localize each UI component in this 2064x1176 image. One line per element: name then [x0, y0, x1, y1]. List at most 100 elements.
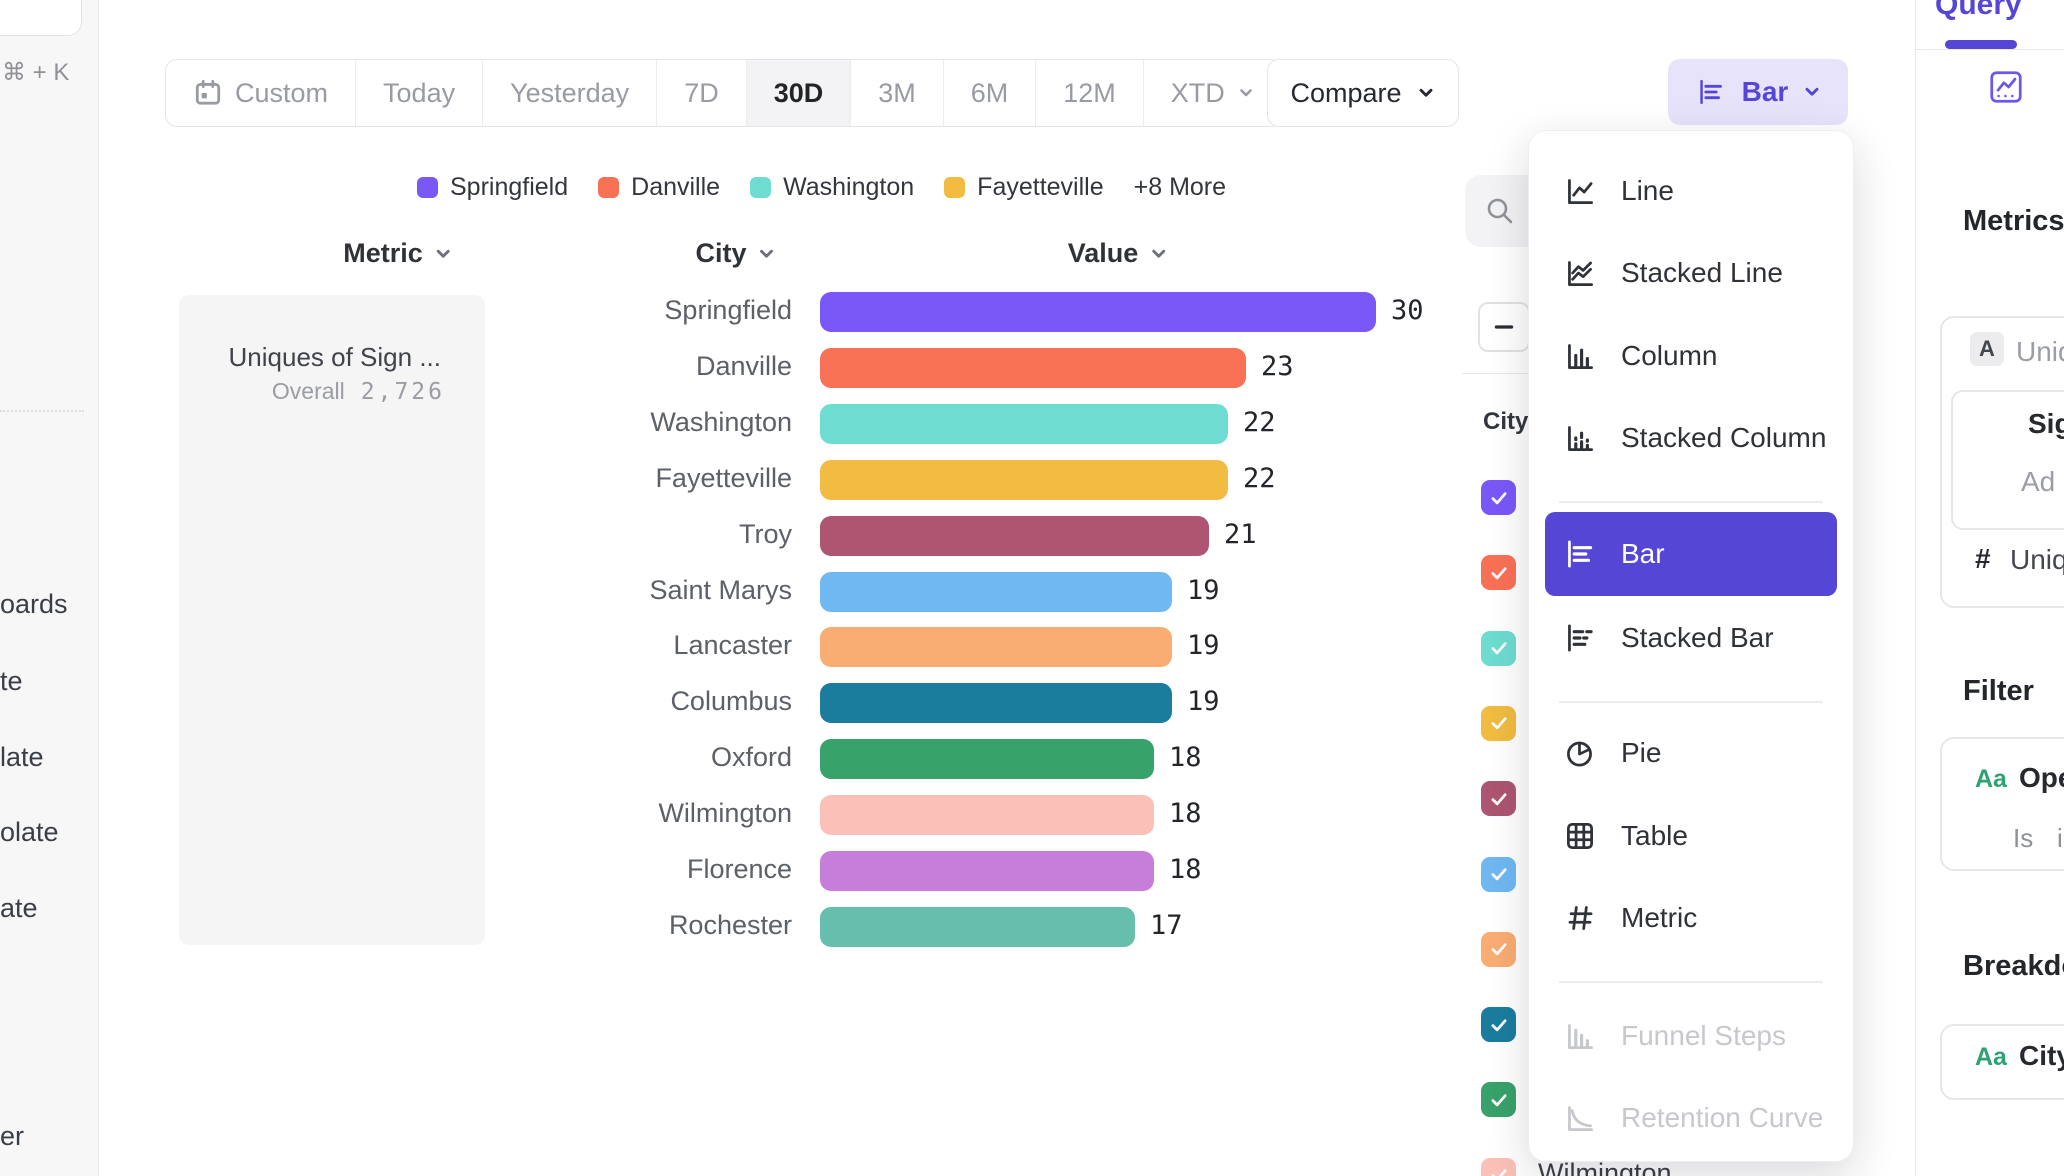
menu-item-column[interactable]: Column — [1545, 316, 1837, 396]
city-checkbox[interactable] — [1481, 1007, 1516, 1042]
date-range-today[interactable]: Today — [356, 60, 483, 126]
date-range-12m[interactable]: 12M — [1036, 60, 1144, 126]
column-chart-icon — [1561, 337, 1599, 375]
city-checkbox[interactable] — [1481, 781, 1516, 816]
chart-type-button[interactable]: Bar — [1668, 59, 1848, 125]
chevron-down-icon — [1416, 83, 1436, 103]
chevron-down-icon — [757, 244, 777, 264]
check-icon — [1488, 938, 1510, 960]
date-range-7d[interactable]: 7D — [657, 60, 747, 126]
metrics-heading: Metrics — [1963, 205, 2064, 238]
city-checkbox[interactable] — [1481, 1158, 1516, 1176]
compare-button[interactable]: Compare — [1267, 59, 1459, 127]
sidebar-nav-item[interactable]: late — [0, 742, 44, 773]
menu-item-line[interactable]: Line — [1545, 151, 1837, 231]
metric-name-label: Uniq — [2016, 336, 2064, 368]
date-range-yesterday[interactable]: Yesterday — [483, 60, 657, 126]
bar-fayetteville[interactable] — [820, 460, 1228, 500]
check-icon — [1488, 788, 1510, 810]
bar-chart-icon — [1694, 75, 1728, 109]
sidebar-nav-item[interactable]: oards — [0, 589, 68, 620]
bar-category-label: Saint Marys — [492, 575, 792, 606]
trend-chart-icon[interactable] — [1987, 68, 2025, 111]
hash-prefix: # — [1975, 543, 1991, 575]
zoom-out-button[interactable] — [1478, 302, 1530, 352]
menu-item-stacked-line[interactable]: Stacked Line — [1545, 233, 1837, 313]
table-icon — [1561, 817, 1599, 855]
date-range-xtd[interactable]: XTD — [1144, 60, 1282, 126]
legend-item[interactable]: Fayetteville — [944, 173, 1103, 202]
date-range-3m[interactable]: 3M — [851, 60, 944, 126]
menu-item-pie[interactable]: Pie — [1545, 713, 1837, 793]
check-icon — [1488, 1164, 1510, 1176]
bar-troy[interactable] — [820, 516, 1209, 556]
metric-header-label: Metric — [343, 238, 423, 269]
bar-rochester[interactable] — [820, 907, 1135, 947]
date-range-custom[interactable]: Custom — [166, 60, 356, 126]
city-checkbox[interactable] — [1481, 631, 1516, 666]
bar-lancaster[interactable] — [820, 627, 1172, 667]
bar-washington[interactable] — [820, 404, 1228, 444]
legend-item[interactable]: Danville — [598, 173, 720, 202]
menu-item-metric[interactable]: Metric — [1545, 878, 1837, 958]
menu-item-label: Stacked Column — [1621, 422, 1826, 454]
filter-operand-label: i — [2057, 823, 2063, 854]
menu-item-label: Pie — [1621, 737, 1661, 769]
city-checkbox[interactable] — [1481, 932, 1516, 967]
legend-label: Springfield — [450, 173, 568, 202]
tab-query[interactable]: Query — [1935, 0, 2022, 22]
bar-columbus[interactable] — [820, 683, 1172, 723]
query-panel: Query Metrics A Uniq Sig Ad # Uniqu Filt… — [1915, 0, 2064, 1176]
sidebar-nav-item[interactable]: te — [0, 666, 23, 697]
sidebar-nav-item[interactable]: ate — [0, 893, 38, 924]
filter-card[interactable] — [1940, 737, 2064, 871]
bar-saint-marys[interactable] — [820, 572, 1172, 612]
bar-category-label: Fayetteville — [492, 463, 792, 494]
check-icon — [1488, 487, 1510, 509]
city-header-label: City — [695, 238, 746, 269]
date-range-6m[interactable]: 6M — [944, 60, 1037, 126]
sidebar-search-box[interactable] — [0, 0, 82, 36]
column-header-city[interactable]: City — [695, 238, 776, 269]
city-checkbox[interactable] — [1481, 1082, 1516, 1117]
column-header-metric[interactable]: Metric — [343, 238, 453, 269]
chevron-down-icon — [1802, 82, 1822, 102]
menu-item-label: Metric — [1621, 902, 1697, 934]
date-range-label: Custom — [235, 78, 328, 109]
calendar-icon — [193, 78, 223, 108]
check-icon — [1488, 712, 1510, 734]
menu-item-label: Funnel Steps — [1621, 1020, 1786, 1052]
bar-florence[interactable] — [820, 851, 1154, 891]
bar-value-label: 22 — [1243, 463, 1276, 494]
menu-item-label: Stacked Line — [1621, 257, 1783, 289]
city-checkbox[interactable] — [1481, 706, 1516, 741]
menu-item-stacked-column[interactable]: Stacked Column — [1545, 398, 1837, 478]
menu-item-table[interactable]: Table — [1545, 796, 1837, 876]
bar-chart-icon — [1561, 535, 1599, 573]
menu-item-label: Table — [1621, 820, 1688, 852]
city-checkbox[interactable] — [1481, 857, 1516, 892]
menu-item-stacked-bar[interactable]: Stacked Bar — [1545, 598, 1837, 678]
sidebar-nav-item[interactable]: er — [0, 1121, 24, 1152]
bar-danville[interactable] — [820, 348, 1246, 388]
legend-item[interactable]: Washington — [750, 173, 914, 202]
chevron-down-icon — [433, 244, 453, 264]
legend-label: Washington — [783, 173, 914, 202]
bar-springfield[interactable] — [820, 292, 1376, 332]
menu-item-retention-curve: Retention Curve — [1545, 1078, 1837, 1158]
event-name-label: Sig — [2028, 408, 2064, 440]
check-icon — [1488, 1089, 1510, 1111]
bar-category-label: Troy — [492, 519, 792, 550]
date-range-30d[interactable]: 30D — [747, 60, 852, 126]
legend-item[interactable]: Springfield — [417, 173, 568, 202]
bar-wilmington[interactable] — [820, 795, 1154, 835]
city-checkbox[interactable] — [1481, 480, 1516, 515]
legend-more-button[interactable]: +8 More — [1134, 173, 1226, 202]
city-checkbox[interactable] — [1481, 555, 1516, 590]
metric-card[interactable]: Uniques of Sign ... Overall 2,726 — [179, 295, 485, 945]
sidebar-nav-item[interactable]: olate — [0, 817, 59, 848]
bar-oxford[interactable] — [820, 739, 1154, 779]
bar-value-label: 21 — [1224, 519, 1257, 550]
column-header-value[interactable]: Value — [1068, 238, 1169, 269]
menu-item-bar[interactable]: Bar — [1545, 512, 1837, 596]
